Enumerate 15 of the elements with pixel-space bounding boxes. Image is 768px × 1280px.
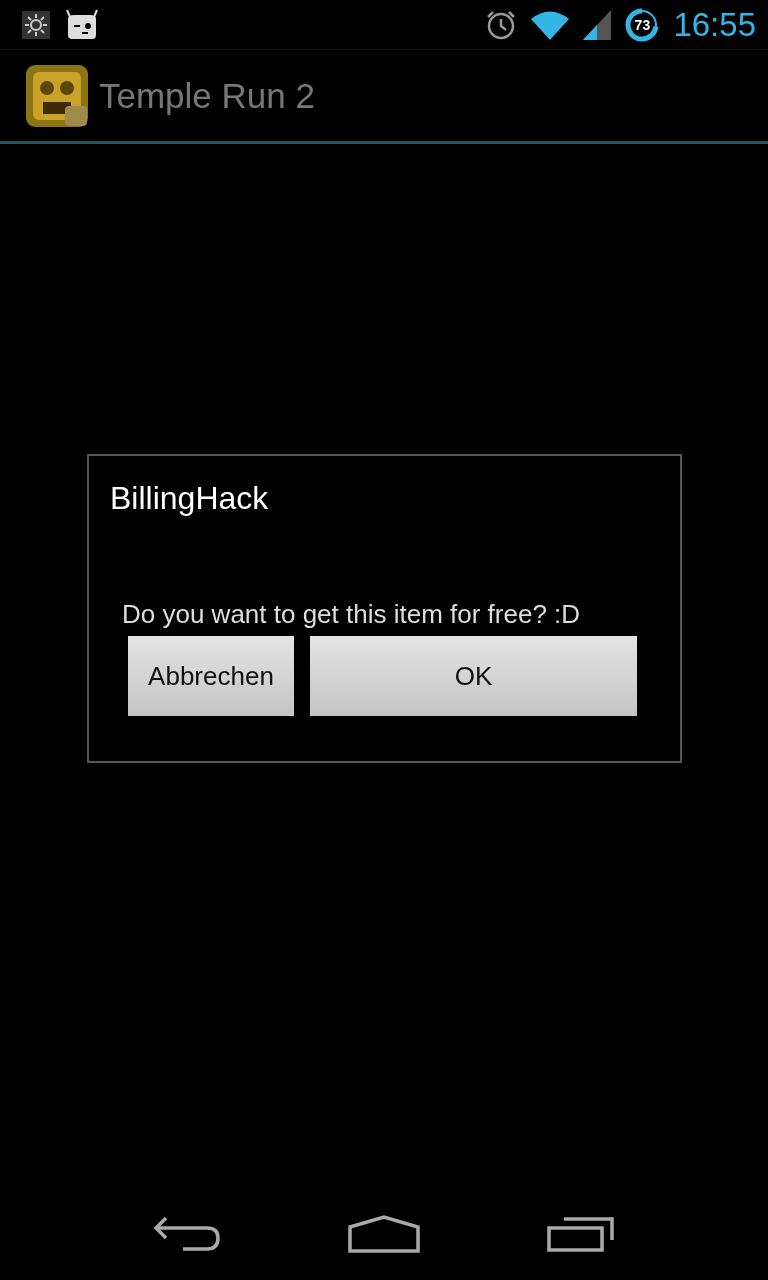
- battery-icon: 73: [625, 7, 660, 42]
- cancel-button[interactable]: Abbrechen: [128, 636, 294, 716]
- brightness-icon: [22, 10, 50, 39]
- home-icon[interactable]: [348, 1214, 420, 1253]
- recent-apps-icon[interactable]: [546, 1215, 615, 1252]
- dialog-message: Do you want to get this item for free? :D: [122, 599, 582, 630]
- app-icon[interactable]: [25, 63, 89, 128]
- app-title: Temple Run 2: [99, 75, 315, 116]
- robot-icon: [64, 8, 100, 41]
- ok-button[interactable]: OK: [310, 636, 637, 716]
- dialog-title: BillingHack: [110, 480, 270, 517]
- wifi-icon: [531, 9, 570, 40]
- clock-time: 16:55: [673, 5, 756, 44]
- signal-icon: [583, 9, 612, 40]
- back-icon[interactable]: [153, 1215, 222, 1252]
